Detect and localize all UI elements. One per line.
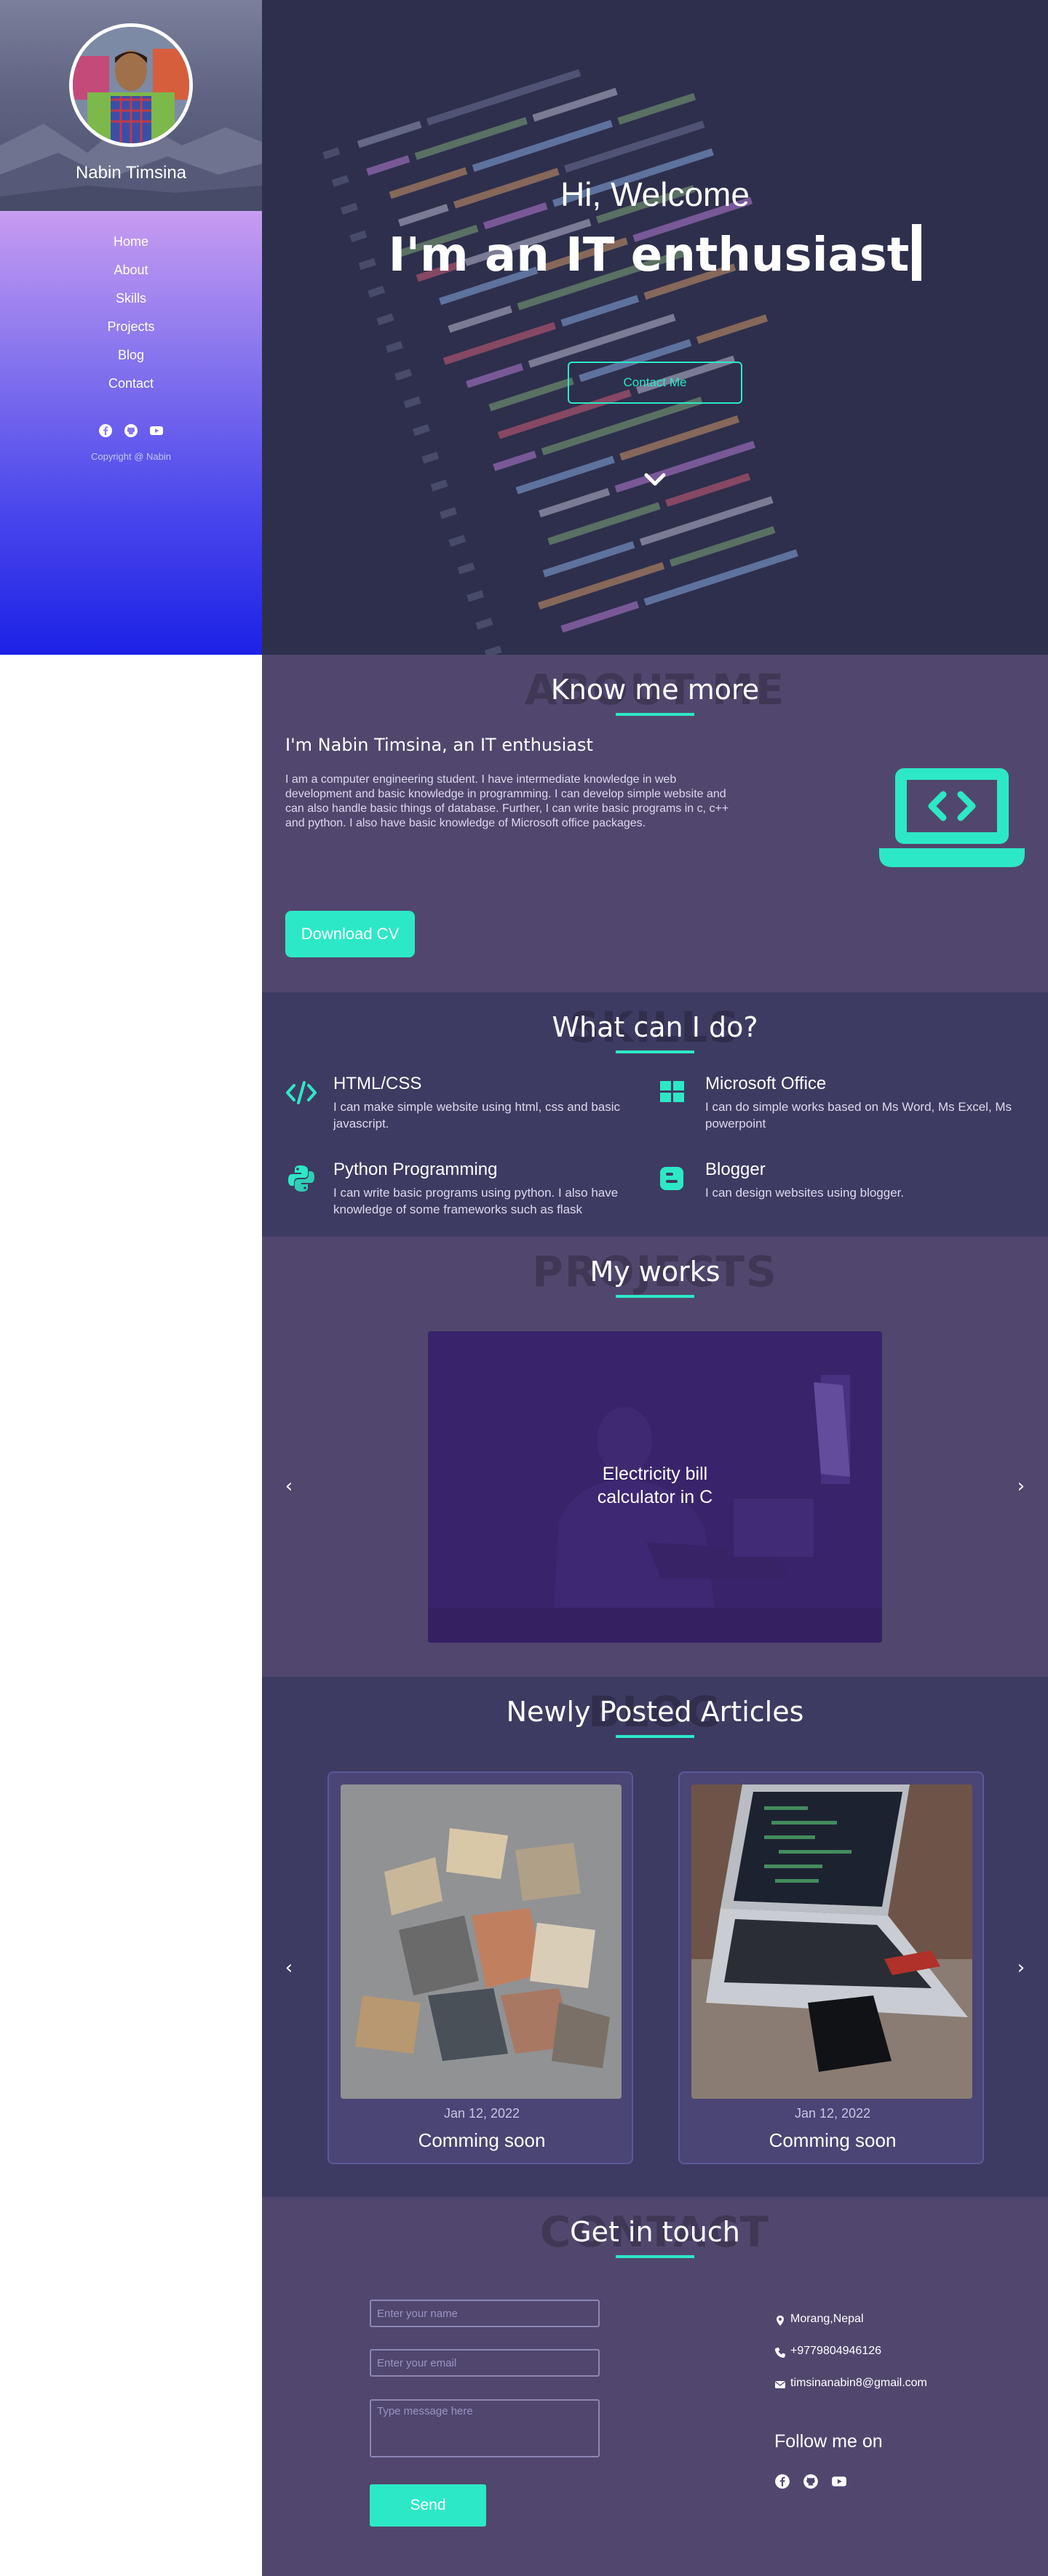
blog-next-arrow[interactable]: ›: [1010, 1957, 1032, 1979]
blog-title: Newly Posted Articles: [506, 1696, 804, 1728]
sidebar-name: Nabin Timsina: [75, 163, 187, 183]
skills-section: SKILLS What can I do? HTML/CSS I can mak…: [262, 992, 1048, 1237]
sidebar: Nabin Timsina Home About Skills Projects…: [0, 0, 262, 655]
hero-title: I'm an IT enthusiast: [262, 224, 1048, 282]
title-underline: [616, 1050, 694, 1053]
blog-section: BLOG Newly Posted Articles Jan 12, 2022 …: [262, 1677, 1048, 2197]
location-text: Morang,Nepal: [790, 2313, 864, 2325]
copyright-text: Copyright @ Nabin: [90, 451, 172, 462]
projects-title: My works: [590, 1256, 720, 1288]
envelope-icon: [775, 2381, 785, 2388]
github-icon[interactable]: [803, 2473, 819, 2489]
nav-skills[interactable]: Skills: [116, 291, 146, 306]
github-icon[interactable]: [124, 423, 138, 438]
skill-name: Blogger: [705, 1160, 766, 1179]
projects-title-block: PROJECTS My works: [262, 1243, 1048, 1301]
blog-date: Jan 12, 2022: [794, 2106, 871, 2121]
blog-card[interactable]: Jan 12, 2022 Comming soon: [678, 1771, 984, 2164]
blog-image: [691, 1785, 972, 2099]
name-field[interactable]: [370, 2300, 600, 2327]
sidebar-header: Nabin Timsina: [0, 0, 262, 211]
facebook-icon[interactable]: [98, 423, 113, 438]
contact-me-button[interactable]: Contact Me: [568, 362, 742, 404]
about-section: ABOUT ME Know me more I'm Nabin Timsina,…: [262, 655, 1048, 992]
nav-contact[interactable]: Contact: [108, 376, 154, 391]
email-field[interactable]: [370, 2349, 600, 2377]
blog-prev-arrow[interactable]: ‹: [278, 1957, 300, 1979]
typing-cursor: [912, 224, 922, 281]
title-underline: [616, 1735, 694, 1738]
email-text[interactable]: timsinanabin8@gmail.com: [790, 2377, 927, 2390]
laptop-code-icon: [879, 768, 1025, 867]
follow-title: Follow me on: [774, 2431, 883, 2452]
nav-about[interactable]: About: [114, 263, 148, 277]
title-underline: [616, 1295, 694, 1298]
projects-section: PROJECTS My works Electricity bill calcu…: [262, 1237, 1048, 1677]
windows-icon: [660, 1081, 684, 1102]
nav-home[interactable]: Home: [114, 234, 148, 249]
skills-title-block: SKILLS What can I do?: [262, 998, 1048, 1056]
contact-social: [774, 2473, 856, 2492]
skill-name: Microsoft Office: [705, 1074, 827, 1093]
sidebar-nav: Home About Skills Projects Blog Contact: [0, 234, 262, 404]
blog-post-title: Comming soon: [769, 2129, 897, 2151]
skill-description: I can make simple website using html, cs…: [333, 1100, 621, 1131]
skill-description: I can write basic programs using python.…: [333, 1186, 619, 1216]
contact-title-block: CONTACT Get in touch: [262, 2203, 1048, 2261]
skills-title: What can I do?: [552, 1011, 758, 1043]
title-underline: [616, 2255, 694, 2258]
title-underline: [616, 713, 694, 716]
phone-text[interactable]: +9779804946126: [790, 2345, 881, 2358]
contact-section: CONTACT Get in touch Send Morang,Nepal +…: [262, 2197, 1048, 2576]
hero-title-text: I'm an IT enthusiast: [388, 228, 910, 282]
projects-next-arrow[interactable]: ›: [1010, 1475, 1032, 1497]
skill-name: Python Programming: [333, 1160, 498, 1179]
skill-description: I can do simple works based on Ms Word, …: [705, 1100, 1012, 1131]
phone-icon: [775, 2348, 785, 2358]
hero-overlay: [262, 0, 1048, 655]
hero-section: Hi, Welcome I'm an IT enthusiast Contact…: [262, 0, 1048, 655]
project-card[interactable]: Electricity bill calculator in C: [428, 1331, 882, 1643]
youtube-icon[interactable]: [149, 423, 164, 438]
project-title: Electricity bill calculator in C: [597, 1464, 713, 1507]
download-cv-button[interactable]: Download CV: [285, 911, 415, 957]
youtube-icon[interactable]: [831, 2473, 847, 2489]
blog-image: [341, 1785, 622, 2099]
hero-greeting: Hi, Welcome: [560, 175, 750, 213]
skill-name: HTML/CSS: [333, 1074, 422, 1093]
blog-date: Jan 12, 2022: [443, 2106, 520, 2121]
skill-description: I can design websites using blogger.: [705, 1186, 905, 1200]
facebook-icon[interactable]: [774, 2473, 790, 2489]
nav-projects[interactable]: Projects: [107, 319, 154, 334]
contact-title: Get in touch: [570, 2216, 740, 2248]
map-marker-icon: [777, 2316, 784, 2326]
chevron-down-icon[interactable]: [640, 466, 670, 495]
about-title-block: ABOUT ME Know me more: [262, 661, 1048, 719]
avatar: [69, 23, 193, 147]
send-button[interactable]: Send: [370, 2484, 486, 2527]
nav-blog[interactable]: Blog: [118, 348, 144, 362]
projects-prev-arrow[interactable]: ‹: [278, 1475, 300, 1497]
blog-card[interactable]: Jan 12, 2022 Comming soon: [328, 1771, 633, 2164]
about-title: Know me more: [550, 674, 760, 706]
blog-post-title: Comming soon: [418, 2129, 546, 2151]
code-icon: [286, 1081, 317, 1104]
blog-title-block: BLOG Newly Posted Articles: [262, 1683, 1048, 1741]
python-icon: [288, 1165, 314, 1192]
message-field[interactable]: [370, 2399, 600, 2457]
about-paragraph: I am a computer engineering student. I h…: [285, 773, 729, 829]
blogger-icon: [660, 1167, 683, 1190]
about-heading: I'm Nabin Timsina, an IT enthusiast: [285, 735, 593, 755]
sidebar-social: [0, 423, 262, 441]
